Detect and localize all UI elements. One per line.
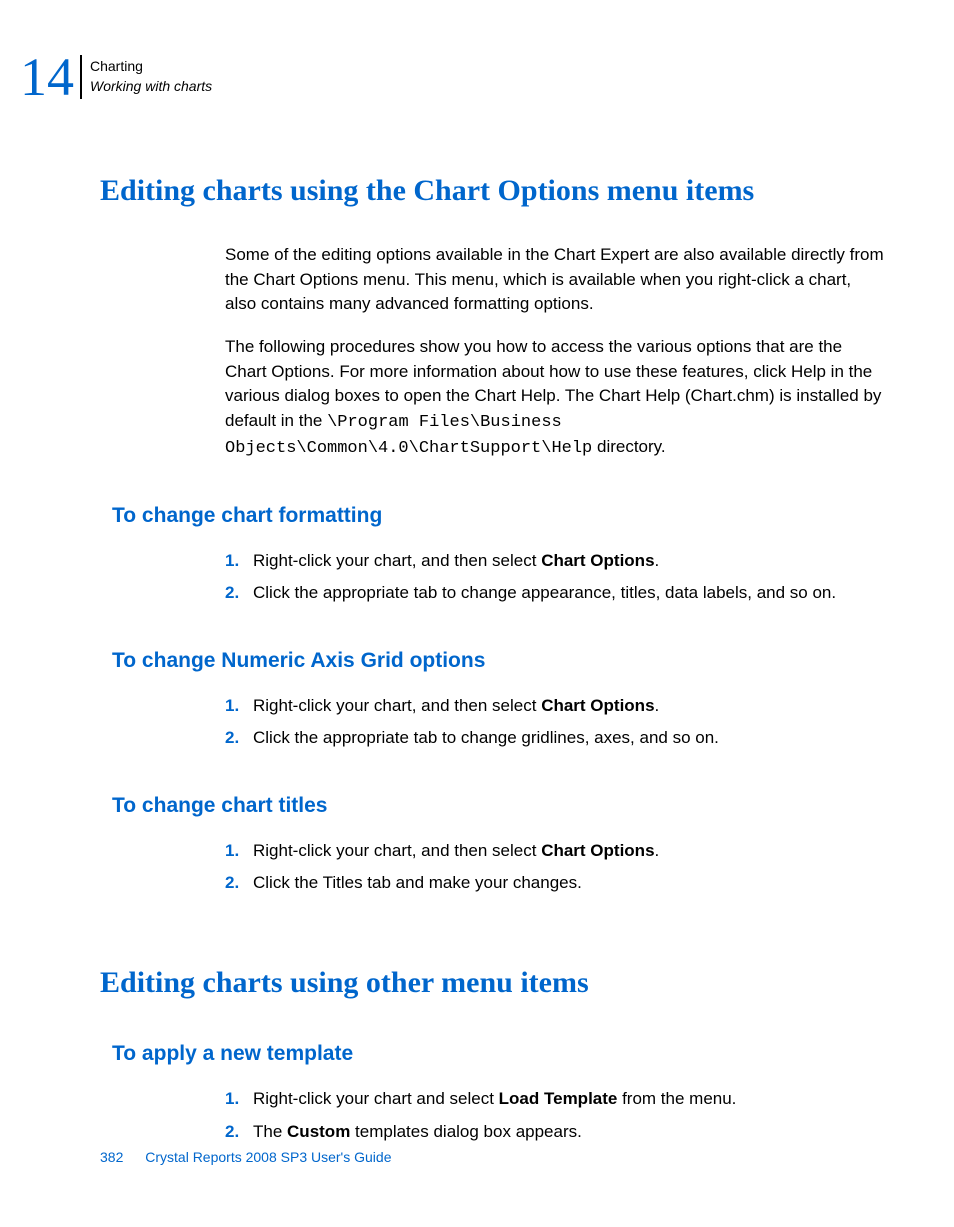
list-item: 1. Right-click your chart, and then sele… [225, 693, 884, 719]
step-text: Right-click your chart, and then select … [253, 693, 884, 719]
step-number: 2. [225, 1119, 253, 1145]
section1-body: Some of the editing options available in… [225, 243, 884, 462]
page-content: Editing charts using the Chart Options m… [0, 174, 954, 1145]
section1-title: Editing charts using the Chart Options m… [100, 174, 894, 208]
para2-post: directory. [592, 437, 665, 456]
list-item: 2. Click the appropriate tab to change g… [225, 725, 884, 751]
chapter-number: 14 [20, 50, 80, 104]
step-number: 1. [225, 693, 253, 719]
section1-para2: The following procedures show you how to… [225, 335, 884, 462]
page-header: 14 Charting Working with charts [0, 0, 954, 104]
list-item: 1. Right-click your chart, and then sele… [225, 548, 884, 574]
step-bold: Custom [287, 1122, 350, 1141]
list-item: 1. Right-click your chart and select Loa… [225, 1086, 884, 1112]
section1-sub2-steps: 1. Right-click your chart, and then sele… [225, 693, 884, 752]
section2-title: Editing charts using other menu items [100, 966, 894, 1000]
list-item: 2. Click the appropriate tab to change a… [225, 580, 884, 606]
step-bold: Load Template [499, 1089, 618, 1108]
step-pre: Right-click your chart, and then select [253, 696, 541, 715]
header-section-title: Working with charts [90, 77, 212, 97]
step-post: . [655, 696, 660, 715]
step-text: Right-click your chart and select Load T… [253, 1086, 884, 1112]
step-text: Click the Titles tab and make your chang… [253, 870, 884, 896]
step-bold: Chart Options [541, 696, 654, 715]
step-text: Right-click your chart, and then select … [253, 548, 884, 574]
step-number: 2. [225, 580, 253, 606]
step-post: from the menu. [617, 1089, 736, 1108]
section1-sub3-title: To change chart titles [112, 794, 894, 818]
section1-sub3-steps: 1. Right-click your chart, and then sele… [225, 838, 884, 897]
step-number: 1. [225, 1086, 253, 1112]
step-bold: Chart Options [541, 551, 654, 570]
footer-guide-title: Crystal Reports 2008 SP3 User's Guide [145, 1149, 391, 1165]
step-text: Right-click your chart, and then select … [253, 838, 884, 864]
header-divider [80, 55, 82, 99]
step-pre: Right-click your chart and select [253, 1089, 499, 1108]
list-item: 2. The Custom templates dialog box appea… [225, 1119, 884, 1145]
page-footer: 382 Crystal Reports 2008 SP3 User's Guid… [100, 1149, 391, 1165]
step-post: . [655, 841, 660, 860]
step-post: . [655, 551, 660, 570]
list-item: 1. Right-click your chart, and then sele… [225, 838, 884, 864]
step-text: Click the appropriate tab to change grid… [253, 725, 884, 751]
page-number: 382 [100, 1149, 123, 1165]
step-pre: The [253, 1122, 287, 1141]
step-post: templates dialog box appears. [350, 1122, 582, 1141]
step-bold: Chart Options [541, 841, 654, 860]
step-text: The Custom templates dialog box appears. [253, 1119, 884, 1145]
section1-sub1-steps: 1. Right-click your chart, and then sele… [225, 548, 884, 607]
step-number: 1. [225, 838, 253, 864]
header-chapter-title: Charting [90, 57, 212, 77]
step-number: 1. [225, 548, 253, 574]
section2-sub1-steps: 1. Right-click your chart and select Loa… [225, 1086, 884, 1145]
section1-sub1-title: To change chart formatting [112, 504, 894, 528]
list-item: 2. Click the Titles tab and make your ch… [225, 870, 884, 896]
step-number: 2. [225, 870, 253, 896]
step-number: 2. [225, 725, 253, 751]
step-pre: Right-click your chart, and then select [253, 551, 541, 570]
step-text: Click the appropriate tab to change appe… [253, 580, 884, 606]
step-pre: Right-click your chart, and then select [253, 841, 541, 860]
section2-sub1-title: To apply a new template [112, 1042, 894, 1066]
section1-para1: Some of the editing options available in… [225, 243, 884, 317]
section1-sub2-title: To change Numeric Axis Grid options [112, 649, 894, 673]
header-text: Charting Working with charts [90, 57, 212, 96]
